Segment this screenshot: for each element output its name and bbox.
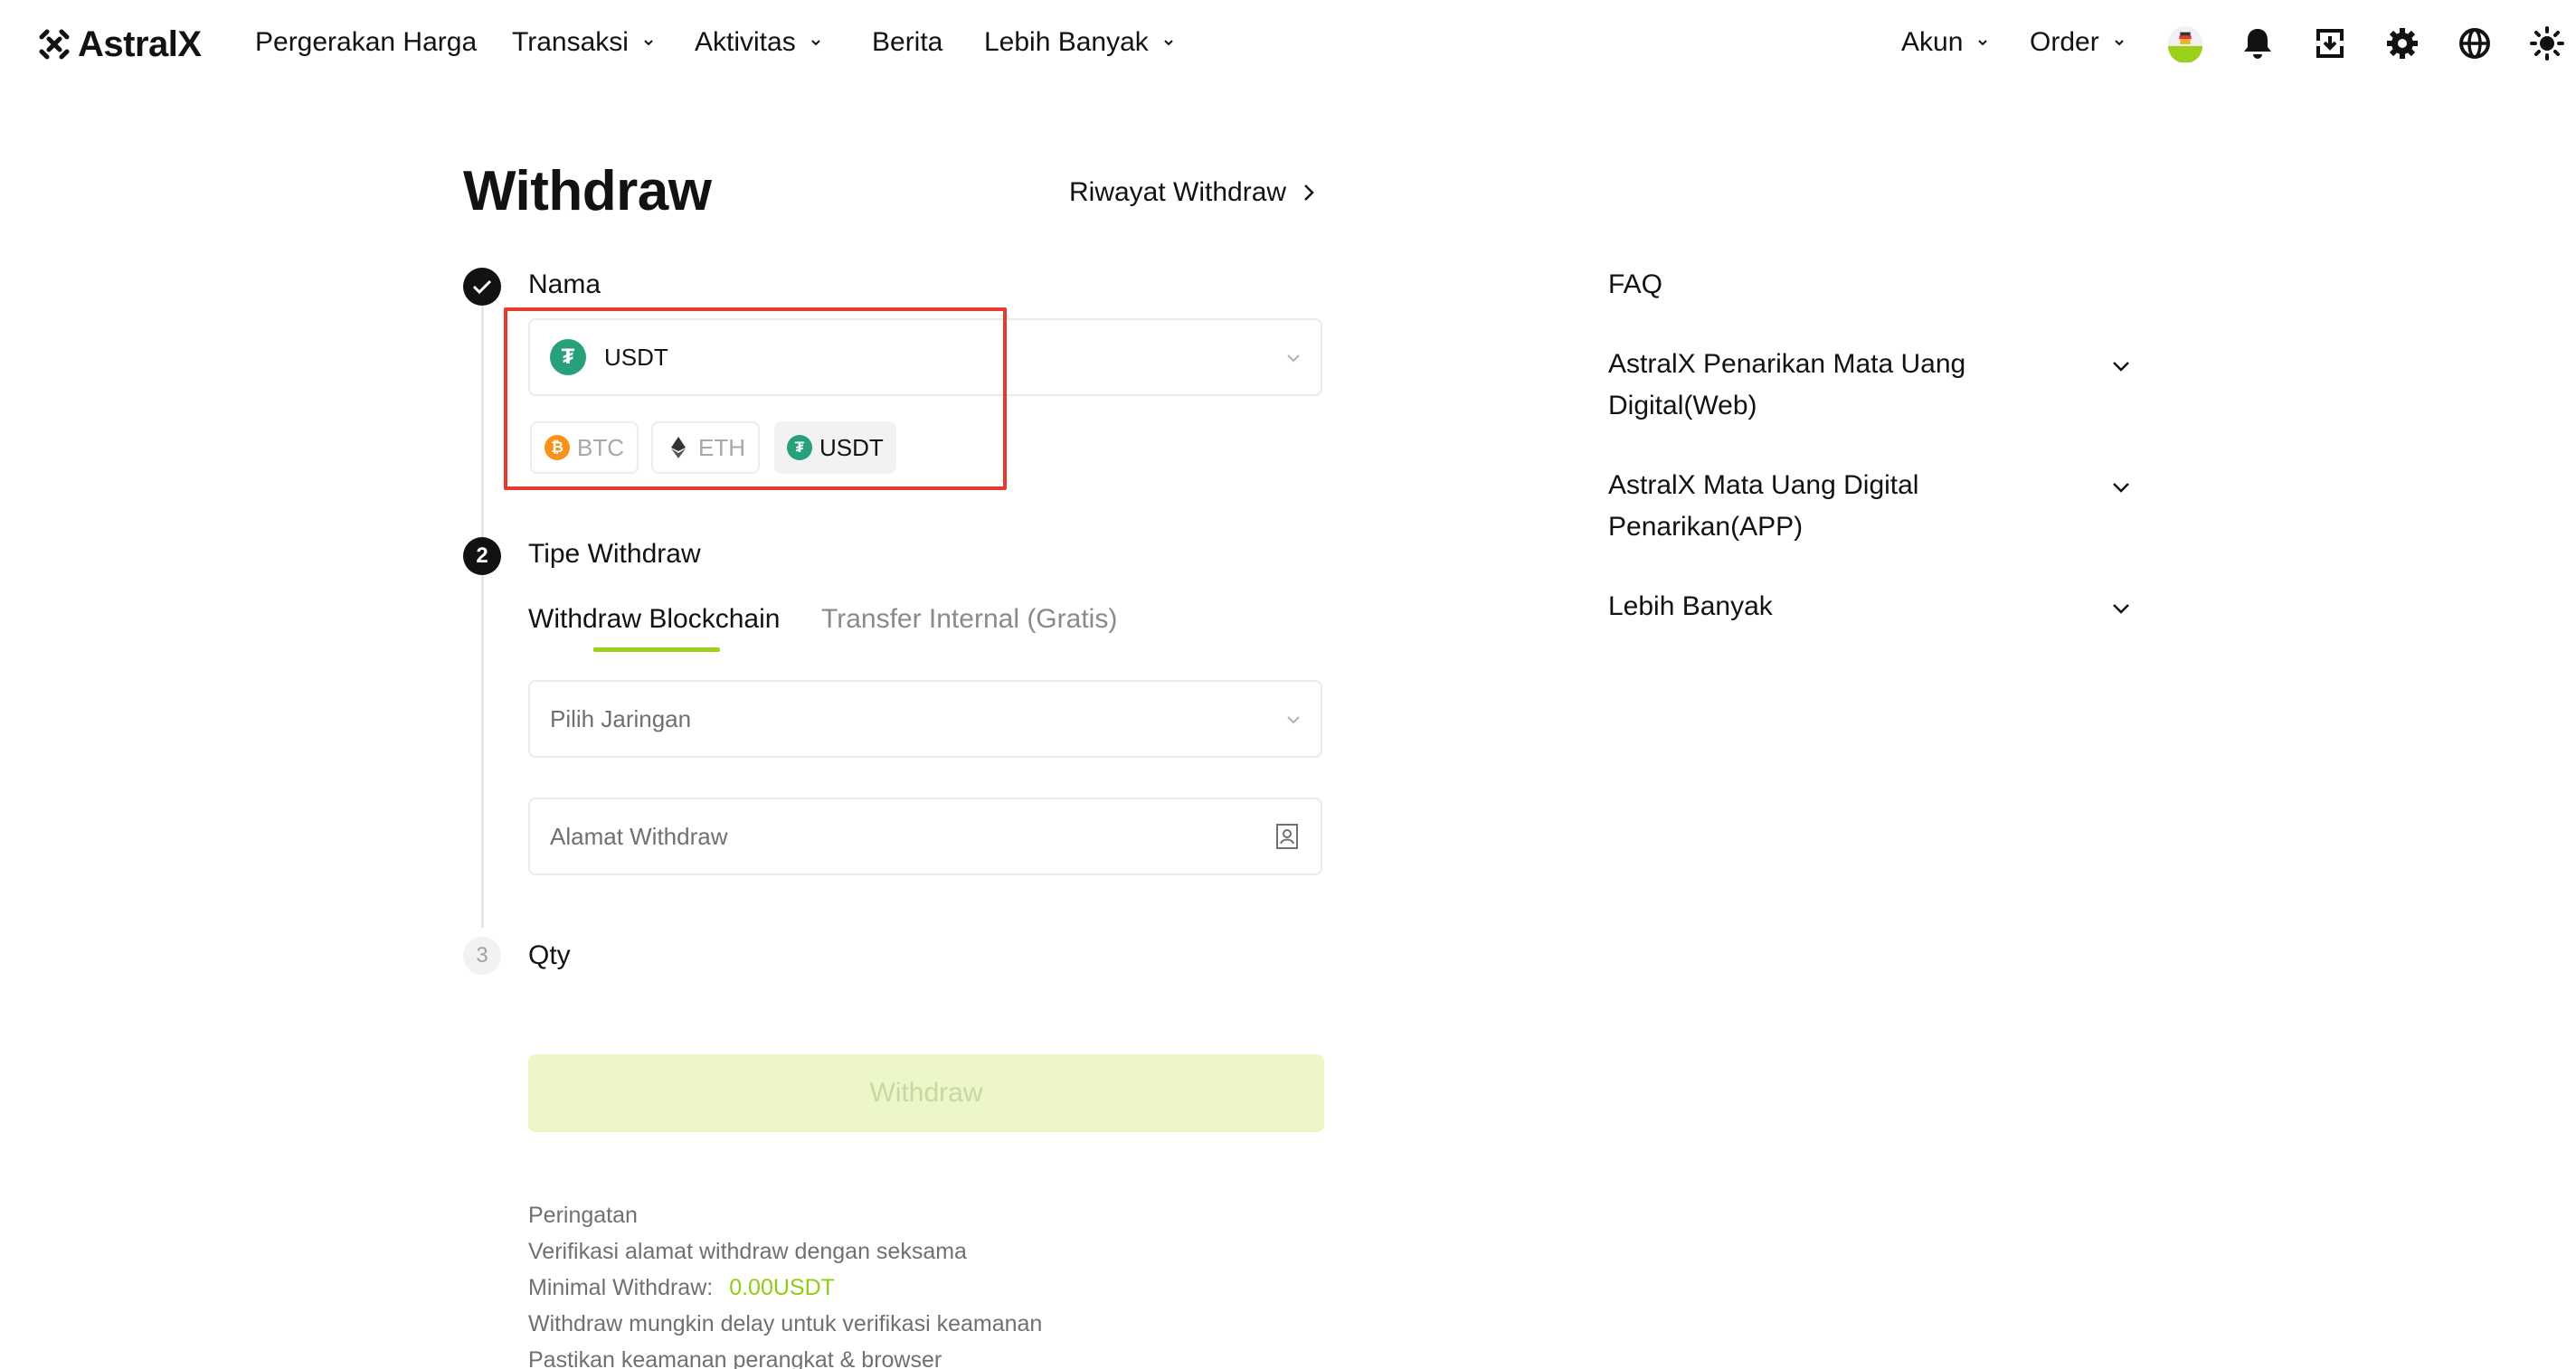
highlight-annotation-box: [504, 307, 1007, 490]
chevron-down-icon: [1164, 40, 1173, 46]
active-tab-indicator: [593, 647, 720, 652]
faq-item-label: Lebih Banyak: [1608, 591, 1773, 621]
withdraw-submit-button[interactable]: Withdraw: [528, 1054, 1324, 1132]
nav-label: Akun: [1901, 27, 1964, 57]
address-placeholder: Alamat Withdraw: [550, 822, 728, 850]
nav-transaksi[interactable]: Transaksi: [512, 27, 656, 58]
download-app-icon[interactable]: [2312, 25, 2348, 61]
min-withdraw-value: 0.00USDT: [729, 1275, 835, 1300]
step-2-label: Tipe Withdraw: [528, 539, 701, 569]
astralx-logo[interactable]: AstralX: [36, 24, 202, 64]
tab-transfer-internal[interactable]: Transfer Internal (Gratis): [821, 604, 1117, 635]
chevron-down-icon: [1287, 354, 1300, 363]
step-connector-line: [481, 304, 484, 928]
step-1-label: Nama: [528, 269, 601, 299]
chevron-down-icon: [2113, 483, 2129, 493]
chevron-right-icon: [1304, 184, 1314, 201]
faq-title: FAQ: [1608, 269, 1663, 299]
nav-aktivitas[interactable]: Aktivitas: [695, 27, 823, 58]
nav-label: Pergerakan Harga: [255, 27, 478, 57]
nav-label: Aktivitas: [695, 27, 796, 57]
globe-icon[interactable]: [2457, 25, 2493, 61]
warning-title: Peringatan: [528, 1203, 638, 1228]
warning-line-delay: Withdraw mungkin delay untuk verifikasi …: [528, 1311, 1043, 1336]
faq-item-web[interactable]: AstralX Penarikan Mata Uang Digital(Web): [1608, 344, 2133, 427]
top-navigation: AstralX Pergerakan Harga Transaksi Aktiv…: [0, 0, 2576, 89]
warning-line-security: Pastikan keamanan perangkat & browser: [528, 1347, 942, 1369]
nav-pergerakan-harga[interactable]: Pergerakan Harga: [255, 27, 477, 58]
nav-berita[interactable]: Berita: [872, 27, 942, 58]
nav-order[interactable]: Order: [2030, 27, 2126, 58]
checkmark-icon: [472, 279, 492, 295]
warning-min-withdraw: Minimal Withdraw: 0.00USDT: [528, 1275, 835, 1301]
network-select-placeholder: Pilih Jaringan: [550, 704, 692, 732]
nav-akun[interactable]: Akun: [1901, 27, 1990, 58]
nav-label: Lebih Banyak: [984, 27, 1149, 57]
nav-lebih-banyak[interactable]: Lebih Banyak: [984, 27, 1176, 58]
history-link-label: Riwayat Withdraw: [1069, 177, 1287, 207]
chevron-down-icon: [2113, 604, 2129, 614]
faq-item-label: AstralX Penarikan Mata Uang Digital(Web): [1608, 349, 1966, 420]
logo-text: AstralX: [78, 24, 202, 64]
chevron-down-icon: [810, 40, 820, 46]
step-2-badge: 2: [463, 537, 501, 575]
gear-icon[interactable]: [2384, 25, 2420, 61]
step-3-badge: 3: [463, 937, 501, 975]
step-3-label: Qty: [528, 940, 571, 970]
withdraw-address-input[interactable]: Alamat Withdraw: [528, 798, 1322, 875]
network-select[interactable]: Pilih Jaringan: [528, 680, 1322, 758]
chevron-down-icon: [644, 40, 653, 46]
withdraw-history-link[interactable]: Riwayat Withdraw: [1069, 177, 1319, 208]
page-title: Withdraw: [463, 160, 712, 222]
step-1-complete-badge: [463, 268, 501, 306]
min-withdraw-label: Minimal Withdraw:: [528, 1275, 714, 1300]
chevron-down-icon: [1978, 40, 1988, 46]
chevron-down-icon: [1287, 716, 1300, 724]
bell-icon[interactable]: [2240, 25, 2276, 61]
chevron-down-icon: [2114, 40, 2124, 46]
nav-label: Transaksi: [512, 27, 629, 57]
nav-label: Berita: [872, 27, 943, 57]
faq-item-label: AstralX Mata Uang Digital Penarikan(APP): [1608, 470, 1919, 542]
warning-line-verify: Verifikasi alamat withdraw dengan seksam…: [528, 1239, 967, 1264]
faq-item-more[interactable]: Lebih Banyak: [1608, 586, 2133, 628]
faq-item-app[interactable]: AstralX Mata Uang Digital Penarikan(APP): [1608, 465, 2133, 548]
tab-withdraw-blockchain[interactable]: Withdraw Blockchain: [528, 604, 780, 635]
address-book-icon[interactable]: [1274, 823, 1301, 850]
theme-sun-icon[interactable]: [2529, 25, 2565, 61]
avatar-icon[interactable]: [2167, 25, 2203, 62]
nav-label: Order: [2030, 27, 2099, 57]
chevron-down-icon: [2113, 362, 2129, 372]
logo-mark-icon: [39, 29, 70, 60]
